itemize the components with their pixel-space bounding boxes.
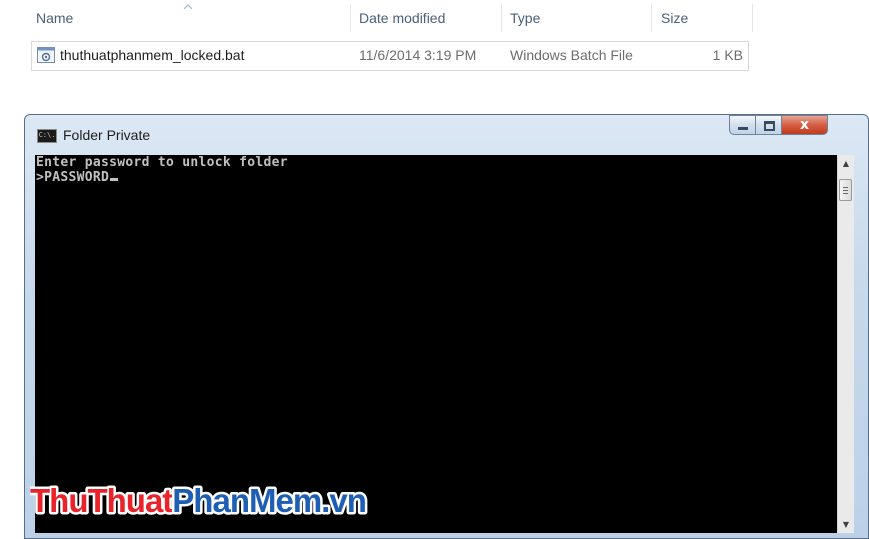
grip-line xyxy=(843,193,848,194)
column-divider[interactable] xyxy=(752,4,753,32)
console-output-area[interactable]: Enter password to unlock folder >PASSWOR… xyxy=(35,155,837,533)
console-input-text: >PASSWORD xyxy=(36,170,110,185)
column-header-size[interactable]: Size xyxy=(661,10,688,26)
grip-line xyxy=(843,187,848,188)
console-line-input[interactable]: >PASSWORD xyxy=(36,170,119,185)
console-window[interactable]: C:\. Folder Private x Enter password to … xyxy=(24,114,869,539)
watermark-part-1: ThuThuat xyxy=(30,482,173,519)
scrollbar-thumb[interactable] xyxy=(839,179,852,201)
column-divider[interactable] xyxy=(501,4,502,32)
column-header-name[interactable]: Name xyxy=(36,10,73,26)
file-row[interactable]: thuthuatphanmem_locked.bat 11/6/2014 3:1… xyxy=(31,41,749,71)
svg-text:ThuThuatPhanMem.vn: ThuThuatPhanMem.vn xyxy=(30,482,366,519)
maximize-button[interactable] xyxy=(756,115,782,135)
close-icon: x xyxy=(799,117,810,133)
file-date-modified: 11/6/2014 3:19 PM xyxy=(359,47,477,63)
scroll-up-arrow-icon[interactable]: ▲ xyxy=(838,155,854,172)
maximize-icon xyxy=(764,121,775,131)
file-size: 1 KB xyxy=(712,47,743,63)
column-header-date-modified[interactable]: Date modified xyxy=(359,10,445,26)
column-divider[interactable] xyxy=(350,4,351,32)
watermark-logo: ThuThuatPhanMem.vn xyxy=(30,480,369,522)
text-cursor xyxy=(110,178,119,181)
file-name: thuthuatphanmem_locked.bat xyxy=(60,47,245,63)
minimize-button[interactable] xyxy=(729,115,756,135)
window-title: Folder Private xyxy=(63,127,151,143)
column-header-type[interactable]: Type xyxy=(510,10,540,26)
console-app-icon[interactable]: C:\. xyxy=(37,129,57,143)
console-line-prompt-message: Enter password to unlock folder xyxy=(36,155,288,170)
minimize-icon xyxy=(738,127,748,130)
column-divider[interactable] xyxy=(651,4,652,32)
batch-file-icon xyxy=(37,47,55,63)
watermark-part-2: PhanMem xyxy=(172,482,321,519)
explorer-file-list: Name Date modified Type Size thuthuatpha… xyxy=(0,0,869,112)
sort-indicator-icon xyxy=(184,4,192,9)
vertical-scrollbar[interactable]: ▲ ▼ xyxy=(837,155,854,533)
close-button[interactable]: x xyxy=(782,115,828,135)
scroll-down-arrow-icon[interactable]: ▼ xyxy=(838,516,854,533)
watermark-part-3: .vn xyxy=(321,482,366,519)
file-type: Windows Batch File xyxy=(510,47,633,63)
grip-line xyxy=(843,190,848,191)
column-header-row: Name Date modified Type Size xyxy=(0,0,760,36)
